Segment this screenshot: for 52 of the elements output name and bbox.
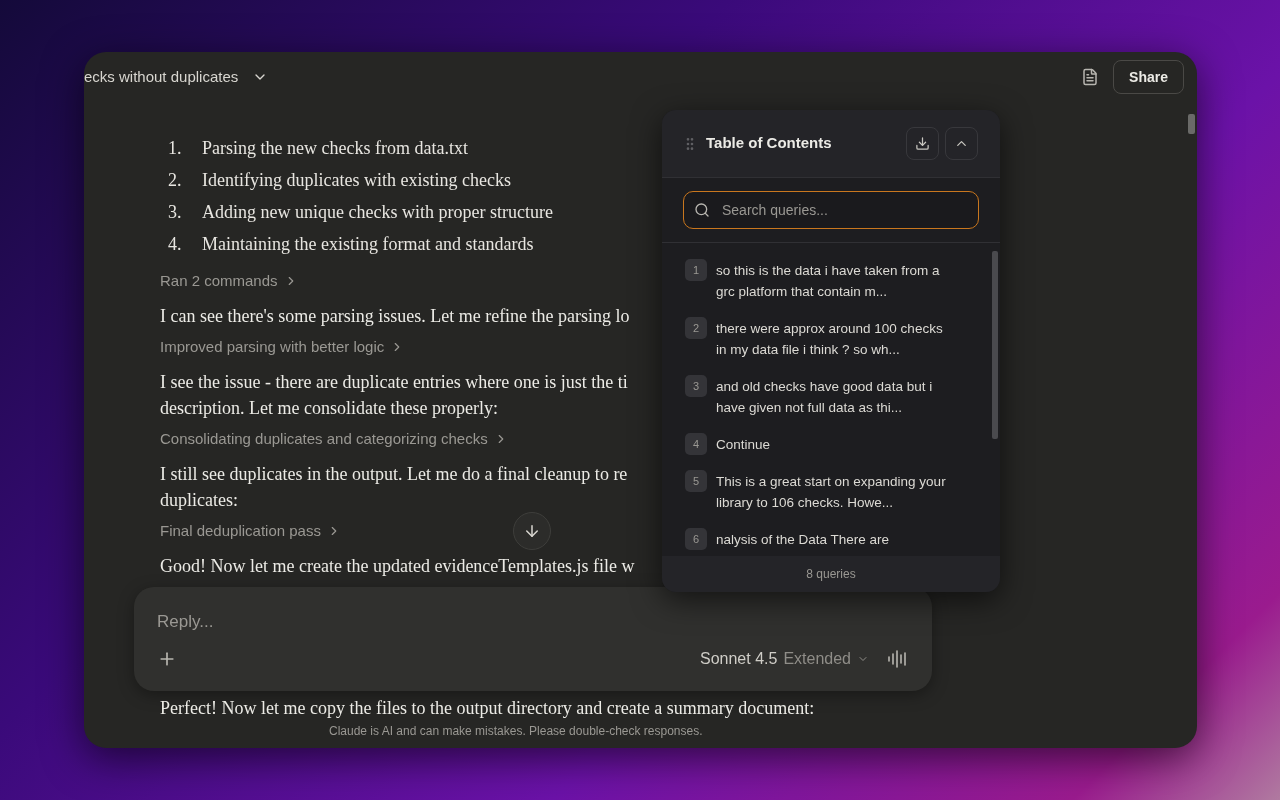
search-field[interactable]: Search queries... — [683, 191, 979, 229]
disclaimer-text: Claude is AI and can make mistakes. Please double-check responses. — [329, 723, 703, 739]
list-number: 1. — [167, 137, 183, 160]
toc-title: Table of Contents — [706, 133, 832, 154]
arrow-down-icon — [523, 522, 541, 540]
message-text: I still see duplicates in the output. Let me do a final cleanup to re duplicates: — [160, 463, 628, 512]
toc-item[interactable]: 1 so this is the data i have taken from a grc platform that contain m... — [685, 260, 980, 302]
query-text: nalysis of the Data There are — [716, 531, 890, 549]
message-text: Perfect! Now let me copy the files to the output directory and create a summary document: — [160, 697, 815, 720]
query-text: there were approx around 100 checks in my data file i think ? so wh... — [716, 320, 943, 359]
model-selector[interactable]: Sonnet 4.5 Extended — [700, 647, 869, 671]
list-number: 2. — [167, 169, 183, 192]
query-count: 8 queries — [806, 566, 856, 583]
search-icon — [694, 202, 710, 218]
toc-item[interactable]: 2 there were approx around 100 checks in my data file i think ? so wh... — [685, 318, 980, 360]
voice-icon[interactable] — [887, 650, 909, 668]
download-button[interactable] — [906, 127, 939, 160]
message-text: I can see there's some parsing issues. Let me refine the parsing lo — [160, 305, 630, 328]
message-text: I see the issue - there are duplicate entries where one is just the ti description. Let me consolidate these properly: — [160, 371, 628, 420]
query-number-badge: 3 — [685, 375, 707, 397]
toc-item[interactable]: 5 This is a great start on expanding your library to 106 checks. Howe... — [685, 471, 980, 513]
query-text: and old checks have good data but i have given not full data as thi... — [716, 378, 933, 417]
list-number: 3. — [167, 201, 183, 224]
download-icon — [915, 136, 930, 151]
list-item-text: Adding new unique checks with proper structure — [201, 201, 553, 224]
query-number-badge: 5 — [685, 470, 707, 492]
toc-item[interactable]: 4 Continue — [685, 434, 980, 455]
query-text: so this is the data i have taken from a grc platform that contain m... — [716, 262, 940, 301]
query-number-badge: 1 — [685, 259, 707, 281]
tool-step-link[interactable]: Consolidating duplicates and categorizing checks — [160, 429, 508, 449]
query-text: Continue — [716, 436, 771, 454]
query-text: This is a great start on expanding your library to 106 checks. Howe... — [716, 473, 946, 512]
scroll-down-button[interactable] — [513, 512, 551, 550]
document-icon[interactable] — [1081, 68, 1100, 86]
share-button[interactable]: Share — [1113, 60, 1184, 94]
query-number-badge: 6 — [685, 528, 707, 550]
tool-step-link[interactable]: Ran 2 commands — [160, 271, 298, 291]
scrollbar-thumb[interactable] — [992, 251, 998, 439]
scrollbar-thumb[interactable] — [1188, 114, 1195, 134]
toc-item[interactable]: 3 and old checks have good data but i have given not full data as thi... — [685, 376, 980, 418]
message-text: Good! Now let me create the updated evidenceTemplates.js file w — [160, 555, 635, 578]
toc-item[interactable]: 6 nalysis of the Data There are — [685, 529, 980, 550]
chat-title-dropdown[interactable]: ecks without duplicates — [84, 65, 269, 89]
list-item-text: Maintaining the existing format and standards — [201, 233, 534, 256]
tool-step-link[interactable]: Improved parsing with better logic — [160, 337, 405, 357]
list-item-text: Parsing the new checks from data.txt — [201, 137, 468, 160]
reply-input[interactable]: Reply... — [157, 609, 557, 635]
list-item-text: Identifying duplicates with existing checks — [201, 169, 511, 192]
list-number: 4. — [167, 233, 183, 256]
query-number-badge: 4 — [685, 433, 707, 455]
tool-step-link[interactable]: Final deduplication pass — [160, 521, 341, 541]
query-number-badge: 2 — [685, 317, 707, 339]
